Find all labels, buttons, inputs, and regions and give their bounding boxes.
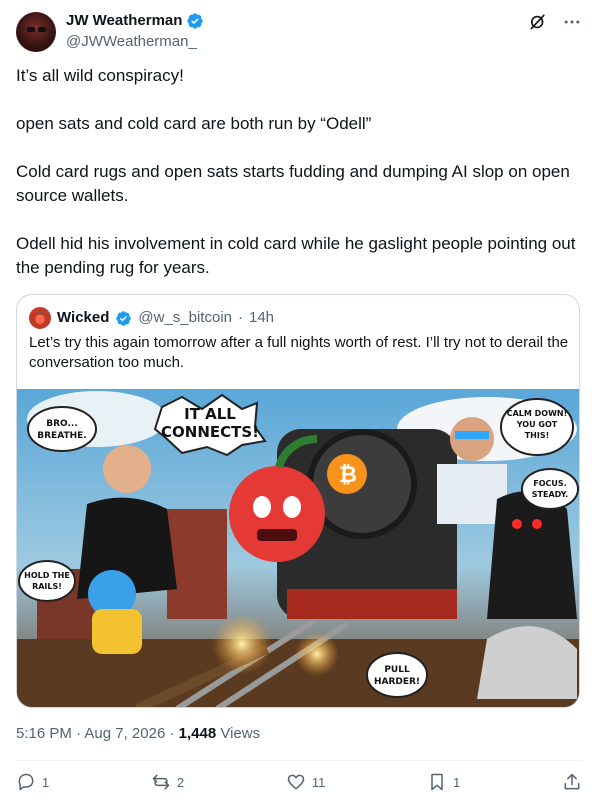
post-paragraph: Cold card rugs and open sats starts fudd…: [16, 162, 570, 205]
cow-catcher: [287, 589, 457, 619]
meta-separator: ·: [169, 725, 175, 742]
quoted-author-handle[interactable]: @w_s_bitcoin: [138, 308, 232, 328]
bubble-text: BREATHE.: [37, 431, 86, 441]
author-name[interactable]: JW Weatherman: [66, 12, 204, 30]
quoted-author-avatar[interactable]: [29, 307, 51, 329]
apple-character: [229, 466, 325, 562]
apple-eye: [253, 496, 271, 518]
quoted-post-text: Let’s try this again tomorrow after a fu…: [29, 334, 569, 371]
top-actions: [528, 12, 582, 32]
verified-badge-icon: [116, 310, 132, 326]
action-bar: 1 2 11 1: [16, 772, 582, 792]
quoted-post[interactable]: Wicked @w_s_bitcoin · 14h Let’s try this…: [16, 294, 580, 708]
speech-bubble-bro: BRO... BREATHE.: [27, 406, 97, 452]
quoted-post-header: Wicked @w_s_bitcoin · 14h: [29, 307, 274, 329]
quoted-author-name[interactable]: Wicked: [57, 308, 109, 328]
bubble-text: CALM DOWN!: [507, 409, 568, 418]
chained-figure: [477, 626, 577, 699]
views-label: Views: [220, 725, 261, 742]
divider: [16, 760, 582, 761]
bubble-text: THIS!: [525, 431, 550, 440]
quoted-post-image[interactable]: ₿ BRO... BREATHE. IT ALL CONNECTS! CALM …: [17, 389, 580, 708]
author-handle[interactable]: @JWWeatherman_: [66, 33, 197, 51]
like-button[interactable]: 11: [286, 772, 326, 792]
bookmark-count: 1: [453, 774, 461, 790]
bubble-text: HARDER!: [374, 677, 420, 687]
red-eye: [512, 519, 522, 529]
author-avatar[interactable]: [16, 12, 56, 52]
speech-bubble-focus: FOCUS. STEADY.: [521, 468, 579, 510]
sparks: [295, 632, 339, 676]
meta-separator: ·: [238, 309, 243, 326]
bubble-text: IT ALL: [184, 405, 236, 423]
post-date[interactable]: Aug 7, 2026: [84, 725, 165, 742]
quoted-post-time[interactable]: 14h: [249, 308, 274, 328]
man-head: [103, 445, 151, 493]
author-name-text[interactable]: JW Weatherman: [66, 12, 182, 30]
repost-icon: [152, 774, 170, 790]
hooded-figure: [487, 491, 577, 619]
post-paragraph: It’s all wild conspiracy!: [16, 66, 184, 85]
repost-count: 2: [176, 774, 185, 790]
views-count: 1,448: [178, 725, 217, 742]
glowing-eyes: [455, 431, 489, 439]
meta-separator: ·: [76, 725, 82, 742]
speech-bubble-calm: CALM DOWN! YOU GOT THIS!: [500, 398, 574, 456]
bubble-text: HOLD THE: [24, 571, 70, 580]
share-button[interactable]: [562, 772, 582, 792]
bubble-text: STEADY.: [532, 490, 568, 499]
red-eye: [532, 519, 542, 529]
bubble-text: BRO...: [46, 419, 78, 429]
reply-count: 1: [42, 774, 50, 790]
avatar-eye-right: [38, 27, 46, 32]
bookmark-button[interactable]: 1: [427, 772, 460, 792]
bubble-text: YOU GOT: [516, 420, 558, 429]
reply-button[interactable]: 1: [16, 772, 49, 792]
post-meta: 5:16 PM · Aug 7, 2026 · 1,448 Views: [16, 724, 260, 744]
bubble-text: RAILS!: [32, 582, 62, 591]
building: [167, 509, 227, 619]
grok-icon[interactable]: [528, 12, 548, 32]
apple-eye: [283, 496, 301, 518]
speech-bubble-pull: PULL HARDER!: [366, 652, 428, 698]
repost-button[interactable]: 2: [151, 772, 184, 792]
verified-badge-icon: [187, 13, 204, 29]
like-count: 11: [311, 774, 326, 790]
bitcoin-symbol: ₿: [339, 463, 357, 488]
post-paragraph: Odell hid his involvement in cold card w…: [16, 234, 576, 277]
heart-icon: [287, 774, 305, 790]
bubble-text: FOCUS.: [533, 479, 566, 488]
avatar-eye-left: [27, 27, 35, 32]
post-text: It’s all wild conspiracy! open sats and …: [16, 64, 582, 304]
bubble-text: PULL: [384, 665, 410, 675]
post-time[interactable]: 5:16 PM: [16, 725, 72, 742]
reply-icon: [18, 773, 34, 791]
more-options-icon[interactable]: [562, 12, 582, 32]
bubble-text: CONNECTS!: [161, 423, 259, 441]
apple-mouth: [257, 529, 297, 541]
post-paragraph: open sats and cold card are both run by …: [16, 114, 372, 133]
creature-body: [92, 609, 142, 654]
share-icon: [564, 773, 580, 790]
apple-avatar-icon: [35, 311, 45, 324]
sparks: [212, 614, 272, 674]
speech-bubble-hold: HOLD THE RAILS!: [18, 560, 76, 602]
bookmark-icon: [431, 773, 443, 791]
